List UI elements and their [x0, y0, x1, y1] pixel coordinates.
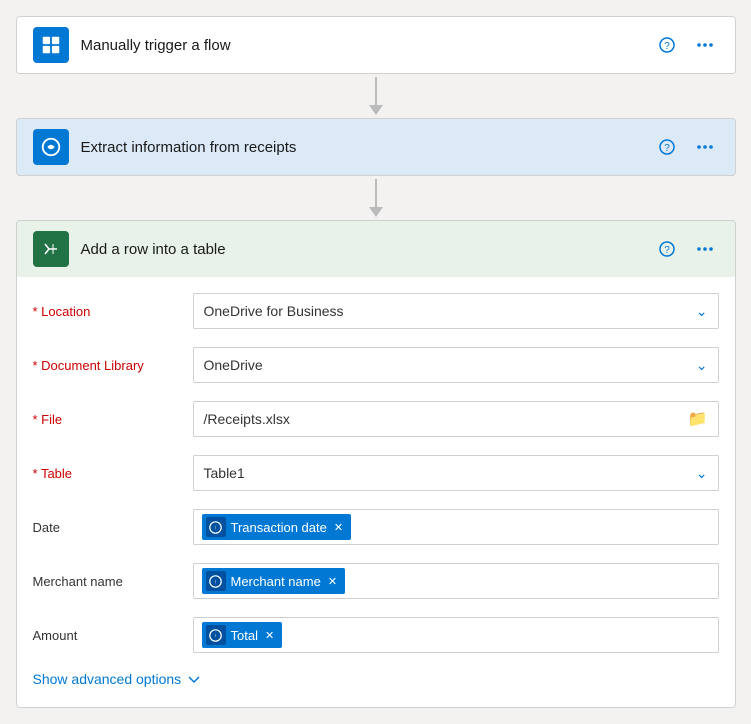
- merchant-label: Merchant name: [33, 574, 193, 589]
- arrow-head-1: [369, 105, 383, 115]
- date-chip-icon: [206, 517, 226, 537]
- doc-library-dropdown[interactable]: OneDrive ⌄: [193, 347, 719, 383]
- excel-icon: [33, 231, 69, 267]
- table-value: Table1: [204, 465, 696, 481]
- date-label: Date: [33, 520, 193, 535]
- advanced-options-toggle[interactable]: Show advanced options: [33, 667, 719, 691]
- excel-more-button[interactable]: [691, 235, 719, 263]
- file-input[interactable]: /Receipts.xlsx 📁: [193, 401, 719, 437]
- location-dropdown[interactable]: OneDrive for Business ⌄: [193, 293, 719, 329]
- svg-text:?: ?: [664, 143, 670, 154]
- amount-row: Amount Total ✕: [33, 613, 719, 657]
- location-label: Location: [33, 304, 193, 319]
- excel-step-header: Add a row into a table ?: [17, 221, 735, 277]
- merchant-tag-control[interactable]: Merchant name ✕: [193, 563, 719, 599]
- amount-tag-chip: Total ✕: [202, 622, 283, 648]
- excel-form-body: Location OneDrive for Business ⌄ Documen…: [17, 277, 735, 707]
- svg-text:?: ?: [664, 245, 670, 256]
- trigger-more-button[interactable]: [691, 31, 719, 59]
- doc-library-value: OneDrive: [204, 357, 696, 373]
- trigger-actions: ?: [653, 31, 719, 59]
- arrow-head-2: [369, 207, 383, 217]
- date-chip-close-icon[interactable]: ✕: [334, 521, 343, 534]
- location-value: OneDrive for Business: [204, 303, 696, 319]
- date-row: Date Transaction date ✕: [33, 505, 719, 549]
- arrow-2: [369, 176, 383, 220]
- arrow-line-1: [375, 77, 377, 105]
- table-label: Table: [33, 466, 193, 481]
- trigger-step-card: Manually trigger a flow ?: [16, 16, 736, 74]
- doc-library-label: Document Library: [33, 358, 193, 373]
- date-tag-chip: Transaction date ✕: [202, 514, 352, 540]
- excel-title: Add a row into a table: [81, 241, 641, 258]
- merchant-row: Merchant name Merchant name ✕: [33, 559, 719, 603]
- extract-more-button[interactable]: [691, 133, 719, 161]
- doc-library-row: Document Library OneDrive ⌄: [33, 343, 719, 387]
- date-chip-label: Transaction date: [231, 520, 327, 535]
- trigger-title: Manually trigger a flow: [81, 37, 641, 54]
- amount-chip-label: Total: [231, 628, 258, 643]
- extract-icon: [33, 129, 69, 165]
- excel-help-button[interactable]: ?: [653, 235, 681, 263]
- table-row: Table Table1 ⌄: [33, 451, 719, 495]
- excel-step-card: Add a row into a table ? Location OneDri…: [16, 220, 736, 708]
- amount-tag-control[interactable]: Total ✕: [193, 617, 719, 653]
- extract-step-header: Extract information from receipts ?: [17, 119, 735, 175]
- date-tag-control[interactable]: Transaction date ✕: [193, 509, 719, 545]
- advanced-options-label: Show advanced options: [33, 671, 182, 687]
- extract-help-button[interactable]: ?: [653, 133, 681, 161]
- svg-text:?: ?: [664, 41, 670, 52]
- merchant-tag-chip: Merchant name ✕: [202, 568, 346, 594]
- merchant-chip-label: Merchant name: [231, 574, 321, 589]
- trigger-icon: [33, 27, 69, 63]
- location-row: Location OneDrive for Business ⌄: [33, 289, 719, 333]
- trigger-help-button[interactable]: ?: [653, 31, 681, 59]
- advanced-options-chevron-icon: [187, 672, 201, 686]
- extract-step-card: Extract information from receipts ?: [16, 118, 736, 176]
- arrow-line-2: [375, 179, 377, 207]
- merchant-chip-icon: [206, 571, 226, 591]
- folder-icon: 📁: [688, 409, 708, 429]
- extract-title: Extract information from receipts: [81, 139, 641, 156]
- flow-container: Manually trigger a flow ? Ext: [16, 16, 735, 708]
- arrow-1: [369, 74, 383, 118]
- doc-library-chevron-icon: ⌄: [696, 357, 708, 374]
- location-chevron-icon: ⌄: [696, 303, 708, 320]
- extract-actions: ?: [653, 133, 719, 161]
- file-label: File: [33, 412, 193, 427]
- table-dropdown[interactable]: Table1 ⌄: [193, 455, 719, 491]
- table-chevron-icon: ⌄: [696, 465, 708, 482]
- file-row: File /Receipts.xlsx 📁: [33, 397, 719, 441]
- file-value: /Receipts.xlsx: [204, 411, 688, 427]
- amount-label: Amount: [33, 628, 193, 643]
- amount-chip-icon: [206, 625, 226, 645]
- merchant-chip-close-icon[interactable]: ✕: [328, 575, 337, 588]
- amount-chip-close-icon[interactable]: ✕: [265, 629, 274, 642]
- trigger-step-header: Manually trigger a flow ?: [17, 17, 735, 73]
- excel-actions: ?: [653, 235, 719, 263]
